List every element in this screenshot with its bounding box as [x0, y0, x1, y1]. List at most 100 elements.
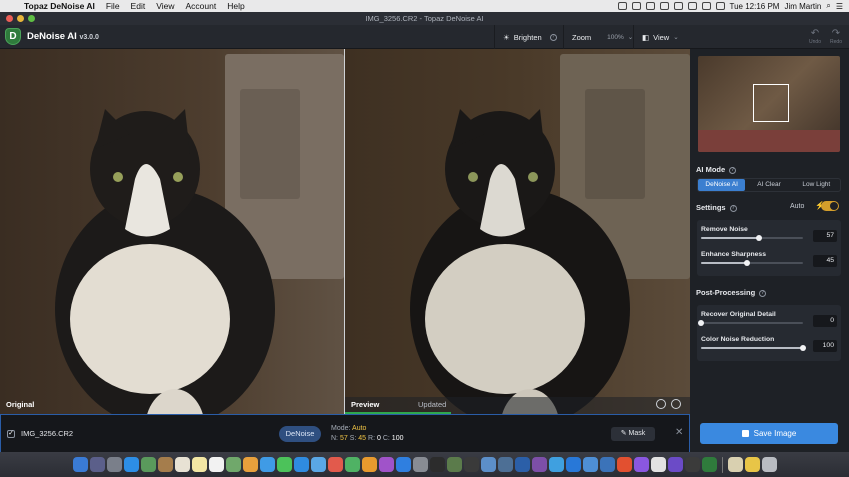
facetime-icon[interactable]	[276, 457, 292, 472]
mail-icon[interactable]	[293, 457, 309, 472]
news-icon[interactable]	[327, 457, 343, 472]
mode-low-light[interactable]: Low Light	[793, 179, 840, 191]
menubar-clock[interactable]: Tue 12:16 PM	[730, 2, 780, 11]
close-window-icon[interactable]	[6, 15, 13, 22]
enhance-sharpness-value[interactable]: 45	[813, 255, 837, 267]
messenger-icon[interactable]	[633, 457, 649, 472]
minimize-window-icon[interactable]	[17, 15, 24, 22]
launchpad-icon[interactable]	[89, 457, 105, 472]
app-icon[interactable]	[667, 457, 683, 472]
remove-noise-value[interactable]: 57	[813, 230, 837, 242]
face-compare-icon[interactable]	[656, 399, 666, 409]
davinci-icon[interactable]	[684, 457, 700, 472]
app-icon[interactable]	[599, 457, 615, 472]
trash-icon[interactable]	[761, 457, 777, 472]
slider-knob[interactable]	[800, 345, 806, 351]
reminders-icon[interactable]	[208, 457, 224, 472]
zoom-value[interactable]: 100%	[607, 34, 624, 41]
recover-detail-slider[interactable]	[698, 320, 803, 326]
app-icon[interactable]	[429, 457, 445, 472]
finder-icon[interactable]	[72, 457, 88, 472]
face-compare-icon[interactable]	[671, 399, 681, 409]
menu-account[interactable]: Account	[185, 1, 216, 11]
help-icon[interactable]: ?	[549, 33, 557, 41]
system-preferences-icon[interactable]	[412, 457, 428, 472]
maps-icon[interactable]	[225, 457, 241, 472]
pages-icon[interactable]	[361, 457, 377, 472]
app-store-icon[interactable]	[395, 457, 411, 472]
app-icon[interactable]	[157, 457, 173, 472]
help-icon[interactable]: ?	[759, 289, 767, 297]
color-noise-slider[interactable]	[701, 345, 806, 351]
denoise-ai-dock-icon[interactable]	[701, 457, 717, 472]
downloads-folder-icon[interactable]	[727, 457, 743, 472]
status-icon[interactable]	[687, 2, 697, 10]
help-icon[interactable]: ?	[729, 166, 737, 174]
zoom-control[interactable]: Zoom 100% ⌄	[563, 25, 633, 49]
app-icon[interactable]	[565, 457, 581, 472]
control-center-icon[interactable]: ☰	[836, 2, 843, 11]
menu-app-name[interactable]: Topaz DeNoise AI	[24, 1, 95, 11]
slack-icon[interactable]	[650, 457, 666, 472]
slider-knob[interactable]	[743, 260, 750, 266]
enhance-sharpness-slider[interactable]	[701, 260, 803, 266]
remove-noise-slider[interactable]	[701, 235, 803, 241]
keynote-icon[interactable]	[310, 457, 326, 472]
app-icon[interactable]	[480, 457, 496, 472]
slider-knob[interactable]	[756, 235, 763, 241]
menubar-user[interactable]: Jim Martin	[784, 2, 821, 11]
status-icon[interactable]	[617, 2, 627, 10]
photos-icon[interactable]	[242, 457, 258, 472]
status-icon[interactable]	[673, 2, 683, 10]
auto-toggle[interactable]	[821, 201, 839, 211]
status-icon[interactable]	[645, 2, 655, 10]
redo-button[interactable]: ↷ Redo	[827, 28, 845, 45]
view-control[interactable]: ◧ View ⌄	[633, 25, 690, 49]
mask-button[interactable]: ✎ Mask	[611, 427, 655, 441]
remove-file-icon[interactable]: ✕	[675, 427, 683, 438]
search-icon[interactable]: ⌕	[826, 1, 830, 11]
app-icon[interactable]	[548, 457, 564, 472]
app-icon[interactable]	[582, 457, 598, 472]
rocket-icon[interactable]	[106, 457, 122, 472]
undo-button[interactable]: ↶ Undo	[806, 28, 824, 45]
file-checkbox[interactable]: ✓	[7, 430, 15, 438]
battery-icon[interactable]	[715, 2, 725, 10]
viewport-box[interactable]	[753, 84, 789, 122]
navigator-thumbnail[interactable]	[698, 56, 840, 152]
wifi-icon[interactable]	[701, 2, 711, 10]
numbers-icon[interactable]	[344, 457, 360, 472]
menu-file[interactable]: File	[106, 1, 120, 11]
preview-image-pane[interactable]	[345, 49, 690, 414]
menu-view[interactable]: View	[156, 1, 174, 11]
podcasts-icon[interactable]	[378, 457, 394, 472]
folder-icon[interactable]	[744, 457, 760, 472]
app-icon[interactable]	[446, 457, 462, 472]
mode-denoise-ai[interactable]: DeNoise AI	[698, 179, 746, 191]
status-icon[interactable]	[659, 2, 669, 10]
status-icon[interactable]	[631, 2, 641, 10]
mode-ai-clear[interactable]: AI Clear	[745, 179, 792, 191]
save-image-button[interactable]: Save Image	[700, 423, 838, 444]
safari-icon[interactable]	[123, 457, 139, 472]
menu-edit[interactable]: Edit	[131, 1, 146, 11]
zoom-window-icon[interactable]	[28, 15, 35, 22]
brave-icon[interactable]	[616, 457, 632, 472]
app-icon[interactable]	[497, 457, 513, 472]
menu-help[interactable]: Help	[227, 1, 244, 11]
help-icon[interactable]: ?	[729, 204, 737, 212]
slider-knob[interactable]	[698, 320, 704, 326]
calendar-icon[interactable]	[174, 457, 190, 472]
app-icon[interactable]	[514, 457, 530, 472]
original-image-pane[interactable]: Original	[0, 49, 344, 414]
messages-icon[interactable]	[259, 457, 275, 472]
recover-detail-value[interactable]: 0	[813, 315, 837, 327]
slider-fill	[701, 262, 747, 264]
color-noise-value[interactable]: 100	[813, 340, 837, 352]
brighten-control[interactable]: ☀ Brighten ?	[494, 25, 565, 49]
denoise-model-badge[interactable]: DeNoise	[279, 426, 321, 442]
app-icon[interactable]	[140, 457, 156, 472]
notes-icon[interactable]	[191, 457, 207, 472]
app-icon[interactable]	[463, 457, 479, 472]
app-icon[interactable]	[531, 457, 547, 472]
